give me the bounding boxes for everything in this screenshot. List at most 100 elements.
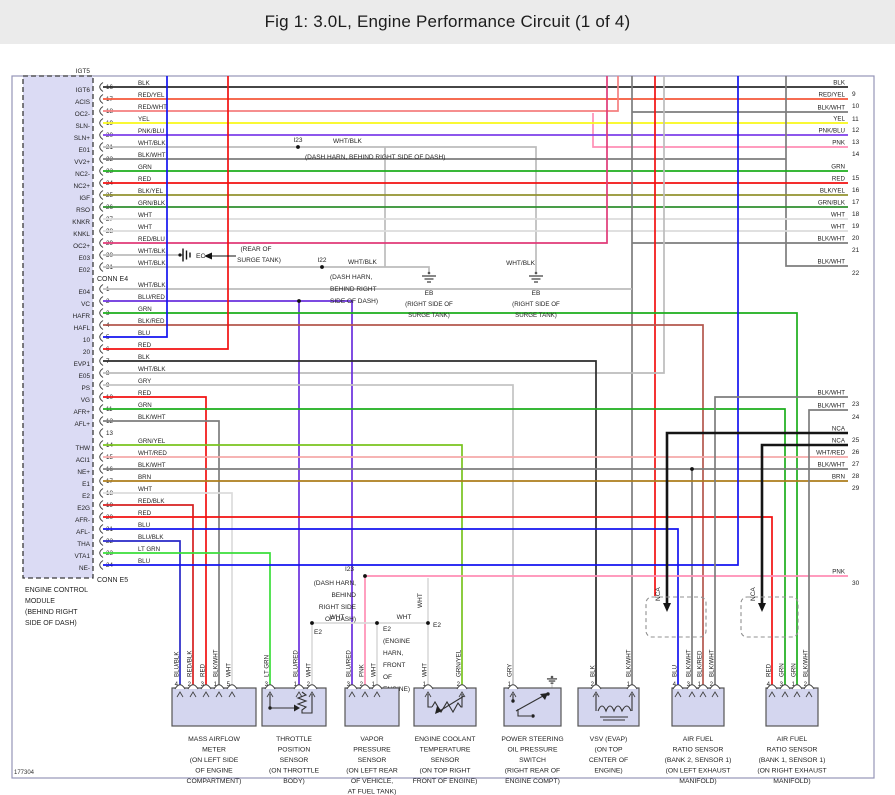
ground-dot — [550, 675, 554, 679]
exit-color-label: WHT — [831, 212, 845, 219]
component-name-label: MANIFOLD) — [679, 778, 716, 785]
component-wire-color-label: BLK/WHT — [626, 649, 633, 677]
ecm-pin-color-label: BLK/WHT — [138, 462, 166, 469]
component-name-label: (RIGHT REAR OF — [505, 768, 560, 775]
ecm-signal-label: OC2+ — [73, 243, 90, 250]
ecm-pin-bracket — [99, 356, 104, 366]
component-name-label: (ON RIGHT EXHAUST — [757, 768, 826, 775]
component-name-label: CENTER OF — [589, 757, 628, 764]
ecm-signal-label: HAFR — [73, 313, 91, 320]
component-name-label: POSITION — [278, 747, 311, 754]
component-wire-color-label: GRN — [779, 663, 786, 677]
ecm-pin-bracket — [99, 548, 104, 558]
ecm-pin-color-label: GRY — [138, 378, 151, 385]
component-wire-color-label: WHT — [371, 663, 378, 677]
ecm-signal-label: E05 — [79, 373, 91, 380]
component-wire-color-label: GRN — [791, 663, 798, 677]
ecm-pin-color-label: WHT/BLK — [138, 282, 166, 289]
annotation: RIGHT SIDE — [319, 604, 357, 611]
ecm-pin-color-label: WHT — [138, 212, 152, 219]
component-name-label: METER — [202, 747, 226, 754]
ecm-pin-bracket — [99, 500, 104, 510]
ecm-pin-bracket — [99, 404, 104, 414]
ecm-pin-color-label: RED — [138, 390, 152, 397]
annotation: E2 — [314, 629, 322, 636]
ecm-pin-bracket — [99, 166, 104, 176]
ecm-pin-bracket — [99, 226, 104, 236]
exit-color-label: GRN/BLK — [818, 200, 846, 207]
component-name-label: RATIO SENSOR — [767, 747, 818, 754]
annotation: I23 — [293, 137, 302, 144]
exit-color-label: RED — [832, 176, 846, 183]
ecm-pin-color-label: WHT/BLK — [138, 248, 166, 255]
annotation: WHT — [397, 614, 412, 621]
component-name-label: ENGINE COMPT) — [505, 778, 560, 785]
ecm-pin-bracket — [99, 536, 104, 546]
component-name-label: (ON LEFT EXHAUST — [666, 768, 731, 775]
ecm-signal-label: E1 — [82, 481, 90, 488]
annotation: I22 — [317, 257, 326, 264]
component-name-label: MASS AIRFLOW — [188, 736, 240, 743]
exit-color-label: PNK — [832, 569, 846, 576]
ecm-signal-label: E02 — [79, 267, 91, 274]
ecm-signal-label: NE- — [79, 565, 90, 572]
annotation: E2 — [383, 626, 391, 633]
ecm-pin-color-label: RED/YEL — [138, 92, 165, 99]
ecm-signal-label: E2 — [82, 493, 90, 500]
inline-connector — [740, 596, 799, 638]
ecm-pin-bracket — [99, 106, 104, 116]
ecm-signal-label: KNKR — [72, 219, 90, 226]
exit-color-label: BLK/WHT — [817, 390, 845, 397]
annotation: (DASH HARN, — [314, 580, 356, 587]
component-wire-color-label: BLK/RED — [697, 650, 704, 677]
component-wire-color-label: BLK/WHT — [213, 649, 220, 677]
exit-number: 28 — [852, 473, 860, 480]
exit-color-label: BLK/YEL — [820, 188, 846, 195]
annotation: FRONT — [383, 662, 405, 669]
ecm-signal-label: PS — [81, 385, 90, 392]
ecm-pin-color-label: GRN/BLK — [138, 200, 166, 207]
exit-color-label: PNK/BLU — [819, 128, 845, 135]
exit-number: 26 — [852, 449, 860, 456]
ground-dot — [534, 271, 538, 275]
annotation: NCA — [750, 587, 757, 601]
ecm-pin-color-label: WHT — [138, 486, 152, 493]
ecm-pin-bracket — [99, 452, 104, 462]
exit-color-label: WHT — [831, 224, 845, 231]
exit-number: 9 — [852, 91, 856, 98]
ecm-pin-bracket — [99, 296, 104, 306]
exit-color-label: RED/YEL — [819, 92, 846, 99]
ecm-pin-bracket — [99, 464, 104, 474]
component-wire-color-label: RED — [200, 663, 207, 677]
ecm-pin-bracket — [99, 440, 104, 450]
component-name-label: RATIO SENSOR — [673, 747, 724, 754]
exit-color-label: BLK/WHT — [817, 403, 845, 410]
exit-number: 13 — [852, 139, 860, 146]
exit-color-label: NCA — [832, 426, 846, 433]
wire-blk — [103, 360, 597, 688]
ecm-pin-bracket — [99, 344, 104, 354]
wire-grn — [103, 312, 798, 688]
ecm-pin-color-label: RED/BLU — [138, 236, 165, 243]
ecm-pin-color-label: WHT/BLK — [138, 366, 166, 373]
ecm-signal-label: VV2+ — [74, 159, 90, 166]
ecm-signal-label: ACI1 — [76, 457, 91, 464]
ecm-location-label: SIDE OF DASH) — [25, 620, 77, 627]
arrow-head — [663, 603, 671, 612]
component-wire-color-label: BLK/WHT — [686, 649, 693, 677]
component-name-label: AT FUEL TANK) — [348, 789, 397, 795]
diagram-number: 177304 — [14, 770, 35, 776]
exit-number: 10 — [852, 103, 860, 110]
wire-red — [103, 516, 773, 688]
ecm-pin-bracket — [99, 250, 104, 260]
annotation: (REAR OF — [240, 246, 271, 253]
exit-number: 23 — [852, 401, 860, 408]
component-wire-color-label: GRY — [507, 664, 514, 677]
component-name-label: OF ENGINE — [195, 768, 233, 775]
component-wire-color-label: GRN/YEL — [456, 649, 463, 677]
ecm-pin-bracket — [99, 190, 104, 200]
exit-color-label: BLK/WHT — [817, 462, 845, 469]
component-wire-color-label: WHT — [422, 663, 429, 677]
component-symbol-dot — [531, 714, 535, 718]
ecm-signal-label: ACIS — [75, 99, 90, 106]
